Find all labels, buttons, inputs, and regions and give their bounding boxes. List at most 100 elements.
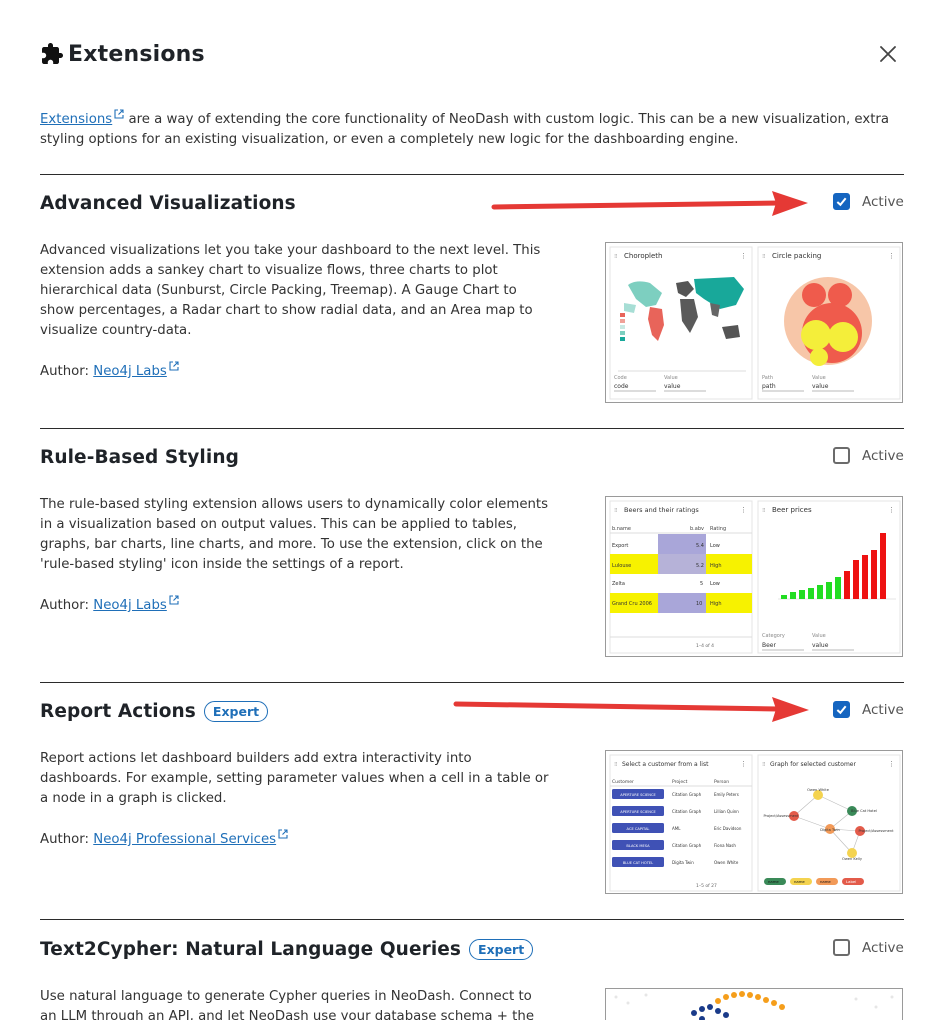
section-divider bbox=[40, 919, 904, 920]
preview-right-title: Circle packing bbox=[772, 252, 821, 260]
puzzle-icon bbox=[42, 43, 63, 64]
extension-title-row: Advanced Visualizations bbox=[40, 193, 296, 214]
customer-button: APERTURE SCIENCE bbox=[620, 793, 656, 797]
red-arrow-annotation bbox=[453, 697, 809, 722]
svg-text:⠿: ⠿ bbox=[614, 762, 618, 768]
table-cell: Lulouse bbox=[612, 563, 631, 569]
table-cell: 10 bbox=[696, 601, 702, 607]
author-link[interactable]: Neo4j Labs bbox=[93, 364, 167, 379]
check-icon bbox=[836, 705, 847, 715]
active-checkbox-rule-based-styling[interactable]: Active bbox=[833, 447, 904, 464]
table-cell: Eric Davidson bbox=[714, 826, 742, 831]
preview-graphic: ⠿ Beers and their ratings ⋮ b.name b.abv… bbox=[609, 500, 901, 654]
checkbox[interactable] bbox=[833, 447, 850, 464]
extension-description: The rule-based styling extension allows … bbox=[40, 497, 549, 572]
preview-left-title: Choropleth bbox=[624, 252, 663, 260]
intro-text: are a way of extending the core function… bbox=[40, 112, 890, 147]
check-icon bbox=[836, 197, 847, 207]
section-divider bbox=[40, 682, 904, 683]
table-cell: 5.2 bbox=[696, 563, 704, 569]
svg-text:⋮: ⋮ bbox=[740, 760, 747, 768]
table-cell: Digita Twin bbox=[672, 860, 694, 865]
author-line: Author: Neo4j Labs bbox=[40, 595, 179, 613]
preview-field-label: Category bbox=[762, 633, 785, 639]
preview-image-text2cypher bbox=[605, 988, 903, 1020]
preview-left-title: Select a customer from a list bbox=[622, 761, 709, 768]
svg-text:⠿: ⠿ bbox=[614, 508, 618, 514]
checkbox[interactable] bbox=[833, 193, 850, 210]
legend-chip: Label bbox=[846, 879, 856, 884]
table-cell: High bbox=[710, 601, 722, 607]
extension-title-row: Report Actions Expert bbox=[40, 701, 269, 722]
preview-graphic: ⠿ Select a customer from a list ⋮ Custom… bbox=[609, 754, 901, 892]
active-checkbox-advanced-visualizations[interactable]: Active bbox=[833, 193, 904, 210]
extension-title: Report Actions bbox=[40, 701, 196, 722]
node-label: Project/Assessment bbox=[763, 814, 799, 818]
table-header: b.abv bbox=[690, 526, 704, 532]
checkbox[interactable] bbox=[833, 939, 850, 956]
close-icon[interactable] bbox=[876, 42, 900, 66]
dialog-title: Extensions bbox=[68, 41, 205, 67]
table-cell: Grand Cru 2006 bbox=[612, 601, 652, 607]
table-cell: Low bbox=[710, 581, 720, 587]
preview-field-label: Code bbox=[614, 375, 627, 381]
author-link[interactable]: Neo4j Labs bbox=[93, 598, 167, 613]
table-cell: Emily Peters bbox=[714, 792, 739, 797]
preview-field-label: Path bbox=[762, 375, 773, 381]
legend-chip: name bbox=[794, 879, 805, 884]
preview-field-value: code bbox=[614, 383, 629, 390]
active-label: Active bbox=[862, 939, 904, 956]
preview-left-title: Beers and their ratings bbox=[624, 506, 699, 514]
table-cell: Fiona Nash bbox=[714, 843, 736, 848]
extension-title: Rule-Based Styling bbox=[40, 447, 239, 468]
active-checkbox-report-actions[interactable]: Active bbox=[833, 701, 904, 718]
external-link-icon bbox=[169, 361, 179, 371]
extensions-docs-link[interactable]: Extensions bbox=[40, 112, 112, 127]
preview-field-value: path bbox=[762, 383, 776, 390]
preview-field-value: value bbox=[664, 383, 681, 390]
preview-right-title: Graph for selected customer bbox=[770, 761, 856, 768]
table-cell: Low bbox=[710, 543, 720, 549]
customer-button: APERTURE SCIENCE bbox=[620, 810, 656, 814]
extension-title-row: Text2Cypher: Natural Language Queries Ex… bbox=[40, 939, 534, 960]
active-checkbox-text2cypher[interactable]: Active bbox=[833, 939, 904, 956]
pagination-text: 1–4 of 4 bbox=[696, 643, 714, 649]
author-prefix: Author: bbox=[40, 832, 94, 847]
customer-button: BLACK MESA bbox=[626, 844, 650, 848]
svg-text:⠿: ⠿ bbox=[762, 508, 766, 514]
red-arrow-annotation bbox=[491, 191, 808, 216]
table-cell: Owen White bbox=[714, 860, 739, 865]
svg-text:⋮: ⋮ bbox=[740, 252, 747, 260]
svg-text:⋮: ⋮ bbox=[888, 252, 895, 260]
extension-description: Report actions let dashboard builders ad… bbox=[40, 751, 549, 806]
author-line: Author: Neo4j Labs bbox=[40, 361, 179, 379]
section-divider bbox=[40, 174, 904, 175]
svg-text:⋮: ⋮ bbox=[888, 506, 895, 514]
table-header: Rating bbox=[710, 526, 726, 532]
preview-field-label: Value bbox=[812, 633, 826, 639]
svg-text:⠿: ⠿ bbox=[762, 762, 766, 768]
svg-text:⠿: ⠿ bbox=[614, 254, 618, 260]
intro-paragraph: Extensions are a way of extending the co… bbox=[40, 109, 900, 150]
preview-field-label: Value bbox=[812, 375, 826, 381]
expert-badge: Expert bbox=[469, 939, 534, 960]
active-label: Active bbox=[862, 447, 904, 464]
node-label: Blue Cat Hotel bbox=[851, 809, 877, 813]
author-prefix: Author: bbox=[40, 364, 94, 379]
table-cell: Export bbox=[612, 543, 628, 549]
svg-text:⠿: ⠿ bbox=[762, 254, 766, 260]
table-cell: Zelta bbox=[612, 581, 625, 587]
author-line: Author: Neo4j Professional Services bbox=[40, 829, 288, 847]
author-link[interactable]: Neo4j Professional Services bbox=[93, 832, 276, 847]
extension-title-row: Rule-Based Styling bbox=[40, 447, 239, 468]
author-prefix: Author: bbox=[40, 598, 94, 613]
active-label: Active bbox=[862, 193, 904, 210]
checkbox[interactable] bbox=[833, 701, 850, 718]
pagination-text: 1–5 of 27 bbox=[696, 883, 717, 889]
legend-chip: name bbox=[768, 879, 779, 884]
active-label: Active bbox=[862, 701, 904, 718]
node-label: Digita Twin bbox=[820, 828, 840, 832]
preview-image-report-actions: ⠿ Select a customer from a list ⋮ Custom… bbox=[605, 750, 903, 894]
table-cell: High bbox=[710, 563, 722, 569]
preview-field-value: Beer bbox=[762, 642, 776, 649]
